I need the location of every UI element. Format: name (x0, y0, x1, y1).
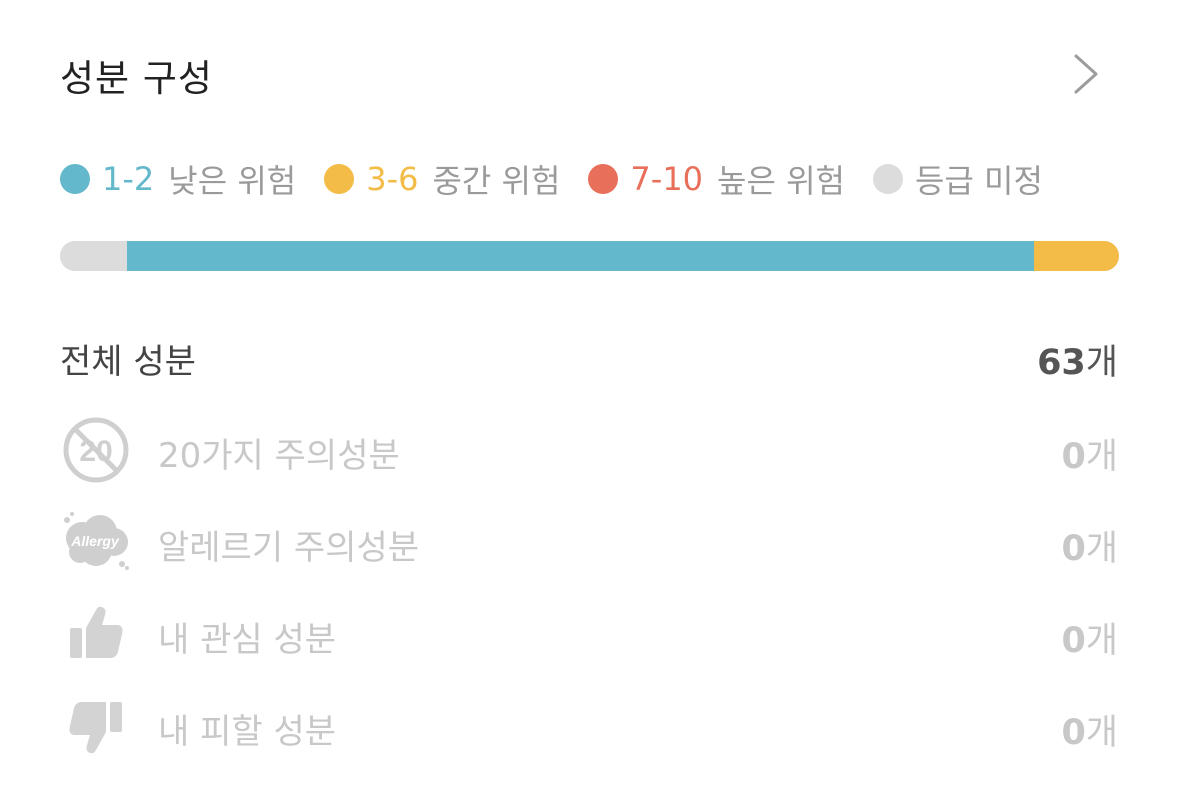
legend-label: 낮은 위험 (168, 162, 297, 200)
list-item-allergy-caution[interactable]: Allergy 알레르기 주의성분 0개 (60, 506, 1118, 578)
thumbs-down-icon (69, 702, 122, 754)
legend-range: 7-10 (630, 160, 704, 198)
allergy-cloud-icon: Allergy (64, 512, 129, 570)
badge-text: Allergy (70, 533, 120, 549)
total-count: 63개 (1037, 334, 1118, 385)
chevron-right-icon[interactable] (1066, 52, 1106, 96)
list-item-20-caution[interactable]: 20 20가지 주의성분 0개 (60, 414, 1118, 486)
thumbs-up-icon (70, 606, 123, 658)
count-unit: 개 (1085, 529, 1118, 569)
high-risk-dot-icon (588, 164, 619, 194)
legend-item-medium-risk: 3-6 중간 위험 (324, 156, 560, 202)
row-count: 0개 (1061, 520, 1118, 571)
row-count-number: 0 (1061, 529, 1086, 569)
row-label: 알레르기 주의성분 (158, 528, 420, 568)
unrated-dot-icon (872, 164, 903, 194)
risk-legend: 1-2 낮은 위험 3-6 중간 위험 7-10 높은 위험 등급 미정 (60, 156, 1071, 202)
legend-label: 중간 위험 (432, 162, 561, 200)
row-count-number: 0 (1061, 713, 1086, 753)
medium-risk-dot-icon (324, 164, 355, 194)
row-label: 내 관심 성분 (158, 620, 337, 660)
legend-range: 3-6 (366, 160, 419, 198)
row-label: 20가지 주의성분 (158, 436, 400, 476)
legend-item-low-risk: 1-2 낮은 위험 (60, 156, 296, 202)
count-unit: 개 (1085, 437, 1118, 477)
row-count: 0개 (1061, 704, 1118, 755)
risk-bar-segment (60, 241, 127, 271)
count-unit: 개 (1085, 343, 1118, 383)
list-item-my-avoid[interactable]: 내 피할 성분 0개 (60, 690, 1118, 762)
legend-label: 등급 미정 (914, 162, 1043, 200)
row-count: 0개 (1061, 612, 1118, 663)
low-risk-dot-icon (60, 164, 90, 194)
risk-distribution-bar (60, 241, 1119, 271)
row-count: 0개 (1061, 428, 1118, 479)
count-unit: 개 (1085, 713, 1118, 753)
risk-bar-segment (1034, 241, 1119, 271)
twenty-badge-icon: 20 (63, 417, 129, 483)
count-unit: 개 (1085, 621, 1118, 661)
legend-label: 높은 위험 (717, 162, 845, 200)
list-item-my-interest[interactable]: 내 관심 성분 0개 (60, 598, 1118, 670)
ingredient-composition-header[interactable]: 성분 구성 (60, 42, 1120, 106)
legend-range: 1-2 (102, 160, 155, 198)
total-label: 전체 성분 (60, 342, 196, 382)
row-label: 내 피할 성분 (158, 712, 337, 752)
legend-item-unrated: 등급 미정 (872, 156, 1043, 202)
section-title: 성분 구성 (60, 57, 213, 100)
total-count-number: 63 (1037, 343, 1086, 383)
total-ingredients-row: 전체 성분 63개 (60, 328, 1118, 384)
risk-bar-segment (126, 241, 1035, 271)
row-count-number: 0 (1061, 621, 1086, 661)
legend-item-high-risk: 7-10 높은 위험 (588, 156, 845, 202)
row-count-number: 0 (1061, 437, 1086, 477)
